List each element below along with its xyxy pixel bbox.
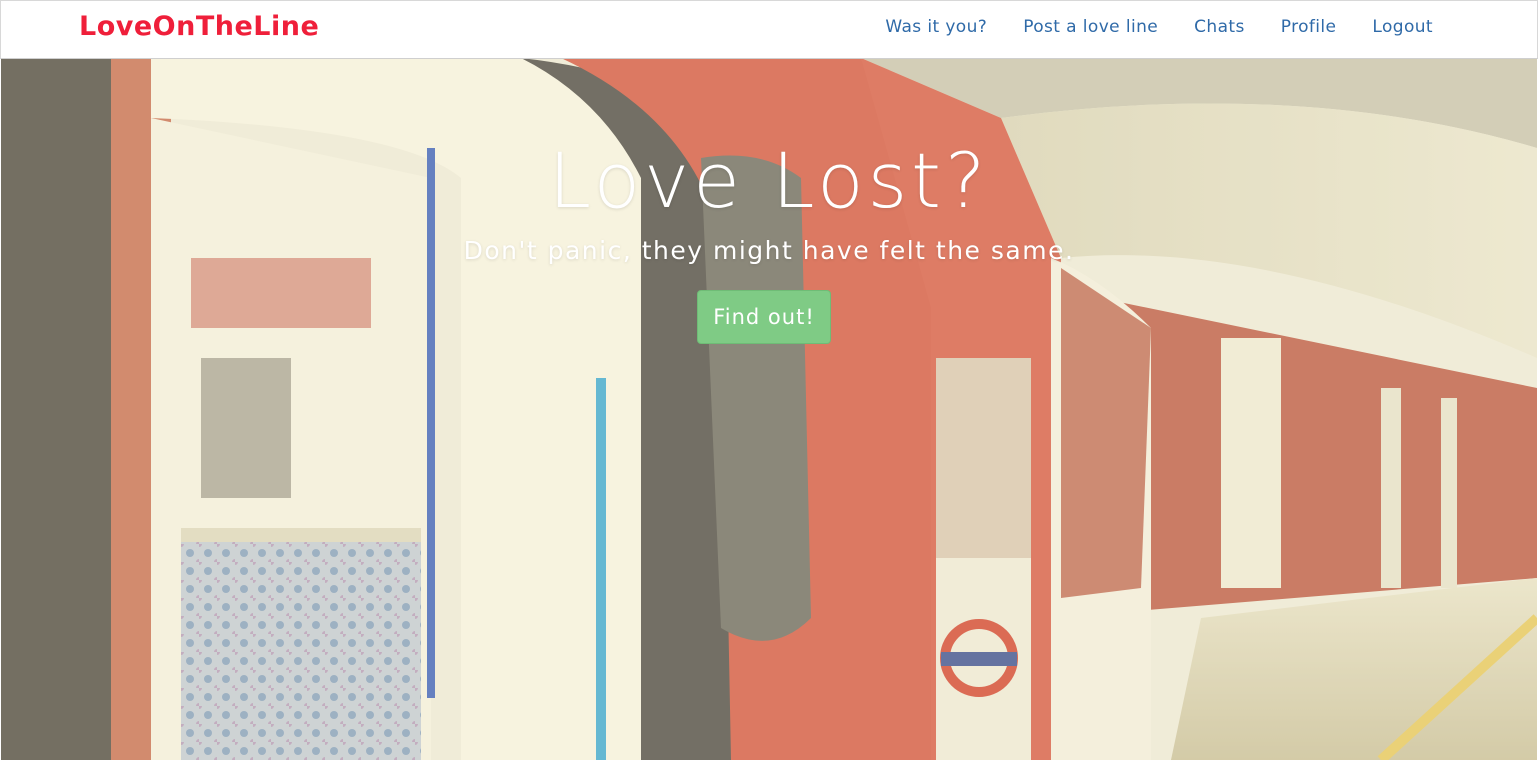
hero-section: Love Lost? Don't panic, they might have … xyxy=(1,58,1537,760)
nav-link-logout[interactable]: Logout xyxy=(1372,17,1433,37)
hero-title: Love Lost? xyxy=(548,136,990,225)
navbar: LoveOnTheLine Was it you? Post a love li… xyxy=(0,0,1538,59)
nav-link-was-it-you[interactable]: Was it you? xyxy=(885,17,987,37)
nav-links: Was it you? Post a love line Chats Profi… xyxy=(885,17,1433,37)
nav-link-profile[interactable]: Profile xyxy=(1281,17,1337,37)
nav-link-post-love-line[interactable]: Post a love line xyxy=(1023,17,1158,37)
find-out-button[interactable]: Find out! xyxy=(697,290,831,344)
brand-logo[interactable]: LoveOnTheLine xyxy=(79,11,319,42)
hero-subtitle: Don't panic, they might have felt the sa… xyxy=(463,236,1075,265)
nav-link-chats[interactable]: Chats xyxy=(1194,17,1245,37)
